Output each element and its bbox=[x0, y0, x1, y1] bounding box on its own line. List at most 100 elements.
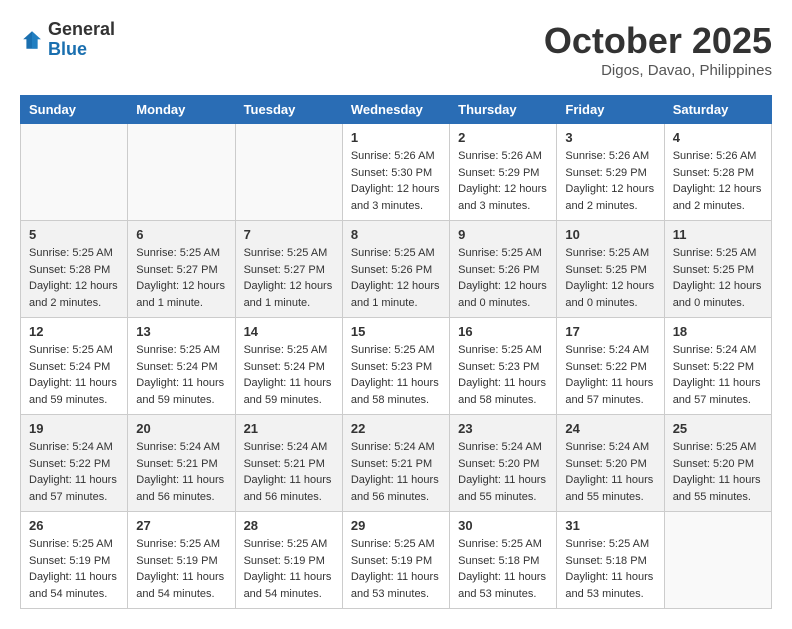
day-info: Sunrise: 5:25 AM Sunset: 5:26 PM Dayligh… bbox=[458, 245, 548, 311]
day-number: 12 bbox=[29, 324, 119, 339]
calendar-day-cell: 11 Sunrise: 5:25 AM Sunset: 5:25 PM Dayli… bbox=[664, 221, 771, 318]
calendar-day-cell: 18 Sunrise: 5:24 AM Sunset: 5:22 PM Dayli… bbox=[664, 318, 771, 415]
day-number: 11 bbox=[673, 227, 763, 242]
day-info: Sunrise: 5:25 AM Sunset: 5:24 PM Dayligh… bbox=[244, 342, 334, 408]
calendar-day-cell: 6 Sunrise: 5:25 AM Sunset: 5:27 PM Daylig… bbox=[128, 221, 235, 318]
day-info: Sunrise: 5:25 AM Sunset: 5:23 PM Dayligh… bbox=[351, 342, 441, 408]
day-number: 22 bbox=[351, 421, 441, 436]
day-info: Sunrise: 5:25 AM Sunset: 5:27 PM Dayligh… bbox=[136, 245, 226, 311]
calendar-day-cell bbox=[21, 124, 128, 221]
day-number: 31 bbox=[565, 518, 655, 533]
calendar-day-cell: 25 Sunrise: 5:25 AM Sunset: 5:20 PM Dayli… bbox=[664, 415, 771, 512]
day-info: Sunrise: 5:26 AM Sunset: 5:30 PM Dayligh… bbox=[351, 148, 441, 214]
day-number: 9 bbox=[458, 227, 548, 242]
day-info: Sunrise: 5:25 AM Sunset: 5:27 PM Dayligh… bbox=[244, 245, 334, 311]
calendar-day-cell: 31 Sunrise: 5:25 AM Sunset: 5:18 PM Dayli… bbox=[557, 512, 664, 609]
day-info: Sunrise: 5:25 AM Sunset: 5:20 PM Dayligh… bbox=[673, 439, 763, 505]
day-info: Sunrise: 5:25 AM Sunset: 5:26 PM Dayligh… bbox=[351, 245, 441, 311]
calendar-day-cell: 8 Sunrise: 5:25 AM Sunset: 5:26 PM Daylig… bbox=[342, 221, 449, 318]
calendar-header-row: SundayMondayTuesdayWednesdayThursdayFrid… bbox=[21, 96, 772, 124]
day-info: Sunrise: 5:25 AM Sunset: 5:18 PM Dayligh… bbox=[565, 536, 655, 602]
day-number: 20 bbox=[136, 421, 226, 436]
day-info: Sunrise: 5:25 AM Sunset: 5:25 PM Dayligh… bbox=[673, 245, 763, 311]
day-number: 16 bbox=[458, 324, 548, 339]
day-number: 25 bbox=[673, 421, 763, 436]
day-info: Sunrise: 5:25 AM Sunset: 5:19 PM Dayligh… bbox=[244, 536, 334, 602]
calendar-week-row: 1 Sunrise: 5:26 AM Sunset: 5:30 PM Daylig… bbox=[21, 124, 772, 221]
day-info: Sunrise: 5:24 AM Sunset: 5:21 PM Dayligh… bbox=[244, 439, 334, 505]
day-info: Sunrise: 5:25 AM Sunset: 5:24 PM Dayligh… bbox=[29, 342, 119, 408]
day-info: Sunrise: 5:25 AM Sunset: 5:19 PM Dayligh… bbox=[351, 536, 441, 602]
logo: General Blue bbox=[20, 20, 115, 60]
day-of-week-header: Thursday bbox=[450, 96, 557, 124]
day-number: 26 bbox=[29, 518, 119, 533]
calendar-day-cell: 17Sunrise: 5:24 AM Sunset: 5:22 PM Dayli… bbox=[557, 318, 664, 415]
day-info: Sunrise: 5:24 AM Sunset: 5:20 PM Dayligh… bbox=[458, 439, 548, 505]
day-number: 4 bbox=[673, 130, 763, 145]
day-info: Sunrise: 5:26 AM Sunset: 5:28 PM Dayligh… bbox=[673, 148, 763, 214]
calendar-day-cell: 27 Sunrise: 5:25 AM Sunset: 5:19 PM Dayli… bbox=[128, 512, 235, 609]
calendar-day-cell: 9 Sunrise: 5:25 AM Sunset: 5:26 PM Daylig… bbox=[450, 221, 557, 318]
day-number: 17 bbox=[565, 324, 655, 339]
day-info: Sunrise: 5:26 AM Sunset: 5:29 PM Dayligh… bbox=[565, 148, 655, 214]
calendar-day-cell: 23 Sunrise: 5:24 AM Sunset: 5:20 PM Dayli… bbox=[450, 415, 557, 512]
calendar-week-row: 19 Sunrise: 5:24 AM Sunset: 5:22 PM Dayli… bbox=[21, 415, 772, 512]
calendar-day-cell bbox=[235, 124, 342, 221]
calendar-day-cell: 13 Sunrise: 5:25 AM Sunset: 5:24 PM Dayli… bbox=[128, 318, 235, 415]
calendar-table: SundayMondayTuesdayWednesdayThursdayFrid… bbox=[20, 95, 772, 609]
day-number: 10 bbox=[565, 227, 655, 242]
calendar-day-cell: 7Sunrise: 5:25 AM Sunset: 5:27 PM Daylig… bbox=[235, 221, 342, 318]
calendar-day-cell bbox=[128, 124, 235, 221]
calendar-day-cell: 2Sunrise: 5:26 AM Sunset: 5:29 PM Daylig… bbox=[450, 124, 557, 221]
page-header: General Blue October 2025 Digos, Davao, … bbox=[20, 20, 772, 79]
day-info: Sunrise: 5:24 AM Sunset: 5:21 PM Dayligh… bbox=[136, 439, 226, 505]
day-number: 13 bbox=[136, 324, 226, 339]
day-info: Sunrise: 5:24 AM Sunset: 5:22 PM Dayligh… bbox=[29, 439, 119, 505]
day-info: Sunrise: 5:25 AM Sunset: 5:24 PM Dayligh… bbox=[136, 342, 226, 408]
logo-general: General bbox=[48, 20, 115, 40]
day-of-week-header: Sunday bbox=[21, 96, 128, 124]
day-info: Sunrise: 5:25 AM Sunset: 5:23 PM Dayligh… bbox=[458, 342, 548, 408]
day-info: Sunrise: 5:25 AM Sunset: 5:18 PM Dayligh… bbox=[458, 536, 548, 602]
calendar-day-cell: 3 Sunrise: 5:26 AM Sunset: 5:29 PM Daylig… bbox=[557, 124, 664, 221]
day-of-week-header: Monday bbox=[128, 96, 235, 124]
title-block: October 2025 Digos, Davao, Philippines bbox=[544, 20, 772, 79]
day-number: 28 bbox=[244, 518, 334, 533]
calendar-day-cell: 26 Sunrise: 5:25 AM Sunset: 5:19 PM Dayli… bbox=[21, 512, 128, 609]
day-number: 19 bbox=[29, 421, 119, 436]
day-number: 1 bbox=[351, 130, 441, 145]
day-number: 15 bbox=[351, 324, 441, 339]
calendar-day-cell: 24Sunrise: 5:24 AM Sunset: 5:20 PM Dayli… bbox=[557, 415, 664, 512]
calendar-day-cell bbox=[664, 512, 771, 609]
day-info: Sunrise: 5:24 AM Sunset: 5:21 PM Dayligh… bbox=[351, 439, 441, 505]
calendar-week-row: 26 Sunrise: 5:25 AM Sunset: 5:19 PM Dayli… bbox=[21, 512, 772, 609]
day-info: Sunrise: 5:25 AM Sunset: 5:19 PM Dayligh… bbox=[29, 536, 119, 602]
calendar-day-cell: 22 Sunrise: 5:24 AM Sunset: 5:21 PM Dayli… bbox=[342, 415, 449, 512]
day-number: 6 bbox=[136, 227, 226, 242]
calendar-week-row: 12 Sunrise: 5:25 AM Sunset: 5:24 PM Dayli… bbox=[21, 318, 772, 415]
calendar-day-cell: 29 Sunrise: 5:25 AM Sunset: 5:19 PM Dayli… bbox=[342, 512, 449, 609]
day-number: 30 bbox=[458, 518, 548, 533]
day-info: Sunrise: 5:24 AM Sunset: 5:20 PM Dayligh… bbox=[565, 439, 655, 505]
calendar-day-cell: 19 Sunrise: 5:24 AM Sunset: 5:22 PM Dayli… bbox=[21, 415, 128, 512]
day-info: Sunrise: 5:24 AM Sunset: 5:22 PM Dayligh… bbox=[673, 342, 763, 408]
day-number: 8 bbox=[351, 227, 441, 242]
day-number: 23 bbox=[458, 421, 548, 436]
day-number: 2 bbox=[458, 130, 548, 145]
day-info: Sunrise: 5:25 AM Sunset: 5:19 PM Dayligh… bbox=[136, 536, 226, 602]
calendar-day-cell: 1 Sunrise: 5:26 AM Sunset: 5:30 PM Daylig… bbox=[342, 124, 449, 221]
day-number: 27 bbox=[136, 518, 226, 533]
calendar-day-cell: 28 Sunrise: 5:25 AM Sunset: 5:19 PM Dayli… bbox=[235, 512, 342, 609]
month-title: October 2025 bbox=[544, 20, 772, 62]
day-number: 3 bbox=[565, 130, 655, 145]
calendar-week-row: 5Sunrise: 5:25 AM Sunset: 5:28 PM Daylig… bbox=[21, 221, 772, 318]
calendar-day-cell: 30 Sunrise: 5:25 AM Sunset: 5:18 PM Dayli… bbox=[450, 512, 557, 609]
calendar-day-cell: 15 Sunrise: 5:25 AM Sunset: 5:23 PM Dayli… bbox=[342, 318, 449, 415]
calendar-day-cell: 10Sunrise: 5:25 AM Sunset: 5:25 PM Dayli… bbox=[557, 221, 664, 318]
location: Digos, Davao, Philippines bbox=[544, 62, 772, 79]
day-number: 14 bbox=[244, 324, 334, 339]
day-number: 29 bbox=[351, 518, 441, 533]
day-number: 18 bbox=[673, 324, 763, 339]
logo-icon bbox=[20, 28, 44, 52]
calendar-day-cell: 14 Sunrise: 5:25 AM Sunset: 5:24 PM Dayli… bbox=[235, 318, 342, 415]
